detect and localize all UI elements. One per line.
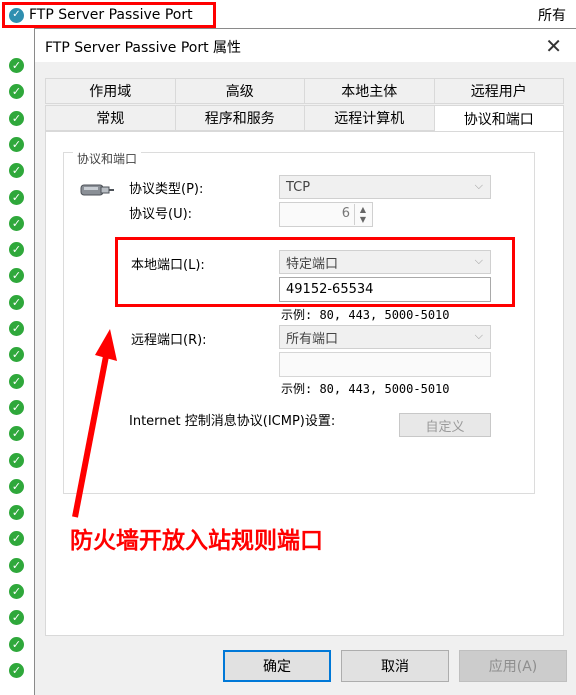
check-icon: ✓ [9,294,24,310]
properties-dialog: FTP Server Passive Port 属性 ✕ 作用域 高级 本地主体… [34,28,576,695]
check-icon: ✓ [9,662,24,678]
check-icon: ✓ [9,242,24,258]
tab-advanced[interactable]: 高级 [174,78,304,104]
remote-port-select[interactable]: 所有端口 ⌵ [279,325,491,349]
check-icon: ✓ [9,531,24,547]
customize-button[interactable]: 自定义 [399,413,491,437]
protocol-number-value: 6 [341,206,350,221]
check-icon: ✓ [9,399,24,415]
chevron-down-icon: ⌵ [474,329,483,342]
check-icon: ✓ [9,268,24,284]
check-icon: ✓ [9,110,24,126]
network-cable-icon [80,184,114,196]
check-icon: ✓ [9,610,24,626]
background-rule-title: FTP Server Passive Port [29,7,193,23]
check-icon: ✓ [9,84,24,100]
check-icon: ✓ [9,505,24,521]
background-selected-rule[interactable]: ✓ FTP Server Passive Port [2,2,216,28]
check-icon: ✓ [9,7,24,23]
check-icon: ✓ [9,557,24,573]
group-label: 协议和端口 [73,150,142,167]
remote-port-example: 示例: 80, 443, 5000-5010 [281,382,450,396]
check-icon: ✓ [9,452,24,468]
check-icon: ✓ [9,321,24,336]
protocol-number-label: 协议号(U): [129,207,193,222]
protocol-type-value: TCP [286,179,311,195]
check-icon: ✓ [9,136,24,152]
check-icon: ✓ [9,478,24,494]
local-port-highlight [115,237,515,307]
apply-button[interactable]: 应用(A) [459,650,567,682]
protocol-type-select[interactable]: TCP ⌵ [279,175,491,199]
local-port-example: 示例: 80, 443, 5000-5010 [281,308,450,322]
stepper-arrows-icon[interactable]: ▲ ▼ [354,204,371,225]
dialog-title: FTP Server Passive Port 属性 [45,40,242,56]
check-icon: ✓ [9,58,24,73]
annotation-arrow-icon [72,329,117,518]
check-icon: ✓ [9,636,24,652]
tab-remote-users[interactable]: 远程用户 [433,78,564,104]
check-icon: ✓ [9,373,24,389]
tab-programs-services[interactable]: 程序和服务 [174,105,304,131]
check-icon: ✓ [9,426,24,442]
remote-port-select-value: 所有端口 [286,331,339,347]
background-column-value: 所有 [538,8,566,24]
protocol-number-stepper[interactable]: 6 ▲ ▼ [279,202,373,227]
close-icon[interactable]: ✕ [545,34,562,58]
chevron-down-icon: ⌵ [474,179,483,192]
check-icon: ✓ [9,189,24,205]
cancel-button[interactable]: 取消 [341,650,449,682]
tab-protocols-ports[interactable]: 协议和端口 [433,105,564,131]
background-rule-list: ✓ ✓ ✓ ✓ ✓ ✓ ✓ ✓ ✓ ✓ ✓ ✓ ✓ ✓ ✓ ✓ ✓ ✓ ✓ ✓ ✓ ✓ ✓ ✓ [0,28,36,695]
remote-port-input[interactable] [279,352,491,377]
tab-local-principals[interactable]: 本地主体 [304,78,434,104]
tab-row-1: 作用域 高级 本地主体 远程用户 [45,78,564,104]
check-icon: ✓ [9,584,24,599]
tab-row-2: 常规 程序和服务 远程计算机 协议和端口 [45,105,564,131]
ok-button[interactable]: 确定 [223,650,331,682]
remote-port-label: 远程端口(R): [131,333,207,348]
tab-remote-computers[interactable]: 远程计算机 [304,105,434,131]
annotation-text: 防火墙开放入站规则端口 [70,528,323,554]
tab-general[interactable]: 常规 [45,105,175,131]
dialog-titlebar: FTP Server Passive Port 属性 ✕ [35,29,576,62]
icmp-settings-label: Internet 控制消息协议(ICMP)设置: [129,414,336,429]
protocol-type-label: 协议类型(P): [129,182,204,197]
tab-scope[interactable]: 作用域 [45,78,175,104]
check-icon: ✓ [9,347,24,363]
check-icon: ✓ [9,215,24,231]
check-icon: ✓ [9,163,24,179]
